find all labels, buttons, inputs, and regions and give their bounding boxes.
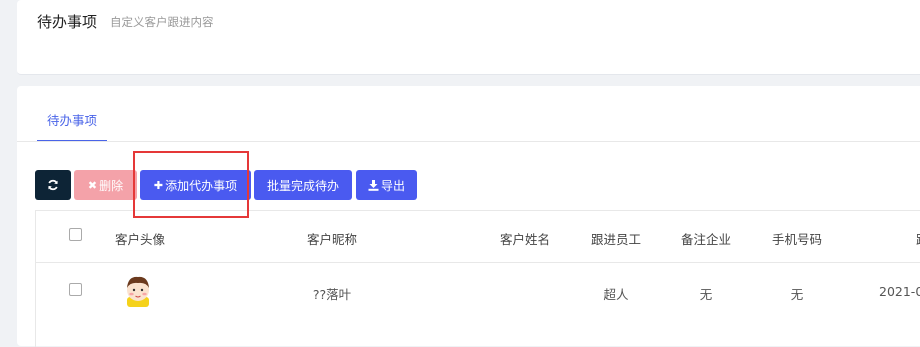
delete-button-label: 删除 (99, 178, 124, 193)
page-subtitle: 自定义客户跟进内容 (110, 15, 214, 29)
column-header-nickname: 客户昵称 (306, 232, 358, 247)
cell-nickname: ??落叶 (312, 287, 352, 302)
export-button[interactable]: 导出 (356, 170, 417, 200)
row-checkbox[interactable] (69, 283, 82, 296)
column-header-company: 备注企业 (680, 232, 732, 247)
customer-avatar (127, 276, 149, 307)
batch-complete-button[interactable]: 批量完成待办 (254, 170, 352, 200)
page-title: 待办事项 (37, 13, 98, 31)
cell-phone: 无 (790, 287, 804, 302)
cell-company: 无 (699, 287, 713, 302)
delete-button[interactable]: ✖ 删除 (74, 170, 137, 200)
batch-complete-button-label: 批量完成待办 (266, 178, 339, 193)
download-icon (368, 179, 379, 191)
select-all-checkbox[interactable] (69, 228, 82, 241)
column-header-follow: 跟进 (916, 229, 920, 248)
tab-todo[interactable]: 待办事项 (37, 108, 107, 142)
column-header-name: 客户姓名 (499, 232, 551, 247)
cell-staff: 超人 (603, 287, 629, 302)
column-header-staff: 跟进员工 (590, 232, 642, 247)
times-icon: ✖ (87, 178, 98, 192)
header-divider (36, 262, 920, 263)
highlight-box (133, 151, 249, 218)
export-button-label: 导出 (380, 178, 405, 193)
customer-table: 客户头像 客户昵称 客户姓名 跟进员工 备注企业 手机号码 跟进 ??落叶 超人… (35, 210, 920, 347)
refresh-icon (48, 179, 58, 191)
tab-todo-label: 待办事项 (46, 113, 97, 128)
column-header-avatar: 客户头像 (114, 232, 166, 247)
header-card: 待办事项 自定义客户跟进内容 (17, 0, 920, 75)
refresh-button[interactable] (35, 170, 71, 200)
cell-follow-date: 2021-07- (879, 284, 920, 299)
column-header-phone: 手机号码 (771, 232, 823, 247)
tabs-divider (17, 141, 920, 142)
